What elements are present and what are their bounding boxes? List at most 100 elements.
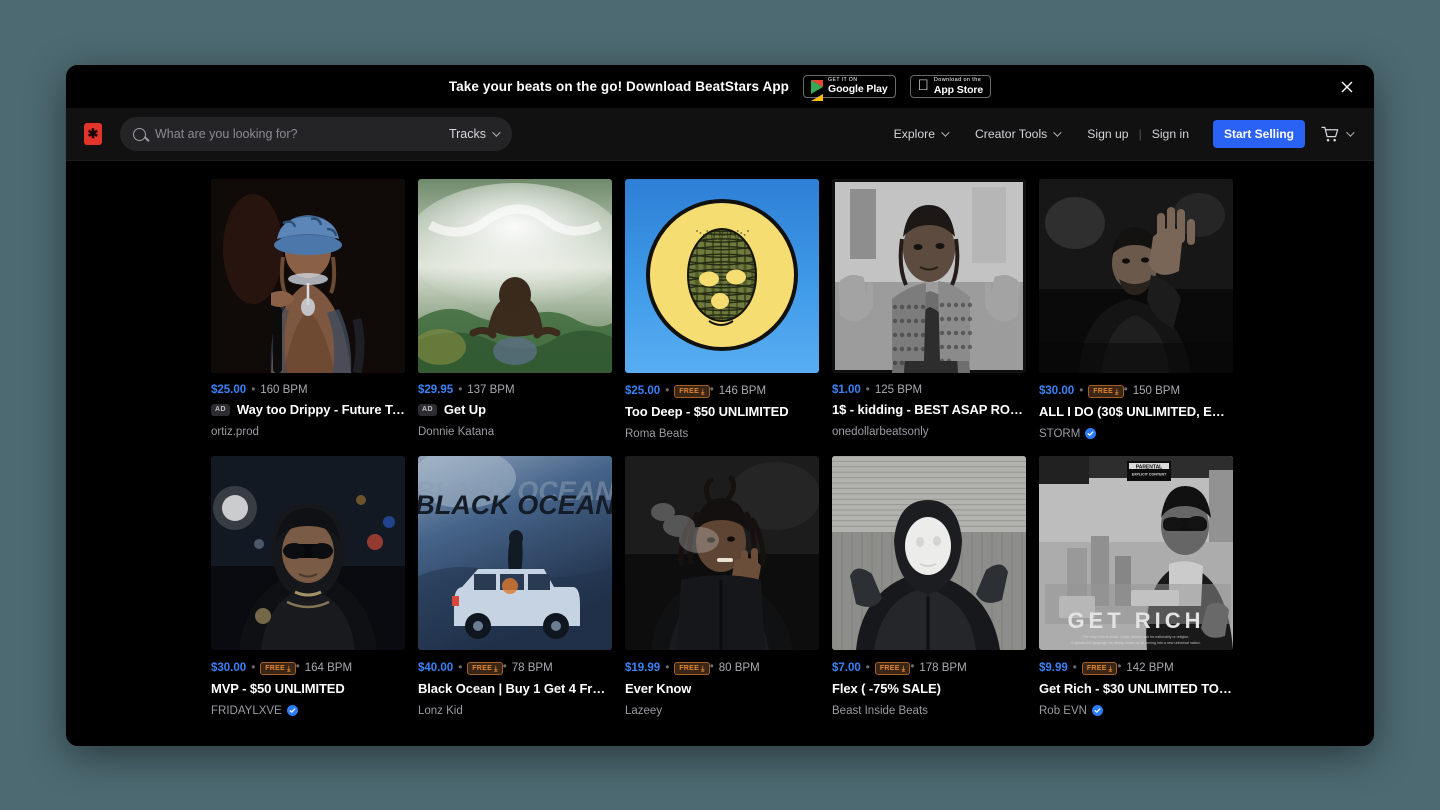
track-title: Flex ( -75% SALE)	[832, 680, 941, 696]
track-card-10[interactable]: PARENTAL EXPLICIT CONTENT GET RICH The o…	[1039, 455, 1233, 717]
track-artist[interactable]: Roma Beats	[625, 428, 688, 440]
verified-badge-icon	[1091, 705, 1103, 716]
meta-separator: •	[1079, 384, 1084, 397]
meta-separator: •	[1117, 660, 1122, 673]
track-artist[interactable]: Lazeey	[625, 705, 662, 717]
track-title-line: Ever Know	[625, 681, 819, 696]
beatstars-logo[interactable]: ✱	[84, 123, 102, 145]
verified-badge-icon	[1085, 428, 1097, 440]
nav-item-explore[interactable]: Explore	[880, 127, 961, 141]
free-badge-slot: FREE ⤓ •	[874, 660, 915, 675]
track-title-line: ALL I DO (30$ UNLIMITED, EXPIRI…	[1039, 404, 1233, 419]
svg-text:BLACK OCEAN: BLACK OCEAN	[418, 490, 612, 520]
track-card-6[interactable]: $30.00 • FREE ⤓ • 164 BPM MVP - $50 UNLIMI…	[211, 455, 405, 717]
free-badge-slot: FREE ⤓ •	[467, 661, 507, 675]
track-artist[interactable]: ortiz.prod	[211, 426, 259, 438]
track-card-4[interactable]: $1.00 • 125 BPM 1$ - kidding - BEST ASAP…	[832, 179, 1026, 440]
meta-separator: •	[1123, 384, 1128, 396]
meta-separator: •	[865, 384, 870, 396]
track-meta-line: $9.99 • FREE ⤓ • 142 BPM	[1039, 661, 1233, 675]
track-bpm: 125 BPM	[874, 384, 923, 396]
track-artist[interactable]: Rob EVN	[1039, 705, 1087, 717]
close-icon[interactable]	[1338, 78, 1356, 96]
track-card-2[interactable]: $29.95 • 137 BPM AD Get Up Donnie Katana	[418, 179, 612, 440]
search-input[interactable]	[155, 127, 449, 141]
start-selling-button[interactable]: Start Selling	[1212, 120, 1305, 148]
track-card-3[interactable]: $25.00 • FREE ⤓ • 146 BPM Too Deep - $50 U…	[625, 179, 819, 440]
track-artwork-black-ocean-suv-cover[interactable]: BLACK OCEAN BLACK OCEAN	[418, 455, 612, 650]
track-artwork-rapper-hoodie-sunglasses-night[interactable]	[211, 455, 405, 650]
chevron-down-icon	[492, 128, 501, 137]
chevron-down-icon	[1053, 128, 1062, 137]
meta-separator: •	[665, 661, 670, 674]
track-artist[interactable]: Beast Inside Beats	[832, 705, 928, 717]
nav-right-group: Explore Creator Tools Sign up | Sign in …	[880, 120, 1355, 148]
track-artist-line: Rob EVN	[1039, 705, 1233, 717]
track-meta-line: $30.00 • FREE ⤓ • 164 BPM	[211, 661, 405, 675]
search-category-label: Tracks	[448, 127, 486, 141]
track-artwork-person-in-surf-wave[interactable]	[418, 179, 612, 373]
apple-icon: 	[918, 78, 929, 93]
search-bar[interactable]: Tracks	[120, 117, 512, 151]
meta-separator: •	[910, 660, 915, 673]
track-artwork-bw-rapper-bandana-hands[interactable]	[832, 179, 1026, 373]
search-category-dropdown[interactable]: Tracks	[448, 127, 501, 141]
track-price: $30.00	[1039, 384, 1075, 397]
free-download-badge: FREE ⤓	[874, 662, 911, 675]
chevron-down-icon	[1346, 128, 1355, 137]
track-title: Get Up	[443, 402, 486, 417]
track-title-line: Black Ocean | Buy 1 Get 4 Free …	[418, 681, 612, 696]
promo-text: Take your beats on the go! Download Beat…	[448, 79, 790, 94]
track-artist[interactable]: Lonz Kid	[418, 705, 463, 717]
track-title: 1$ - kidding - BEST ASAP ROCK…	[832, 402, 1026, 417]
track-artist[interactable]: STORM	[1039, 428, 1080, 440]
nav-item-creator-tools[interactable]: Creator Tools	[961, 127, 1073, 141]
track-card-9[interactable]: $7.00 • FREE ⤓ • 178 BPM Flex ( -75% SALE)…	[832, 455, 1026, 717]
app-promo-banner: Take your beats on the go! Download Beat…	[66, 65, 1374, 108]
download-icon: ⤓	[287, 663, 291, 673]
track-card-1[interactable]: $25.00 • 160 BPM AD Way too Drippy - Fut…	[211, 179, 405, 440]
free-download-badge: FREE ⤓	[260, 662, 296, 675]
download-icon: ⤓	[901, 663, 906, 673]
meta-separator: •	[251, 384, 256, 396]
track-card-5[interactable]: $30.00 • FREE ⤓ • 150 BPM ALL I DO (30$ UN…	[1039, 179, 1233, 440]
track-card-8[interactable]: $19.99 • FREE ⤓ • 80 BPM Ever Know Lazeey	[625, 455, 819, 717]
app-store-bottom-label: App Store	[928, 83, 983, 96]
shopping-cart-icon	[1321, 126, 1339, 141]
track-price: $25.00	[211, 384, 247, 396]
track-meta-line: $29.95 • 137 BPM	[418, 384, 612, 396]
track-artwork-bw-get-rich-cover[interactable]: PARENTAL EXPLICIT CONTENT GET RICH The o…	[1039, 455, 1233, 650]
track-artist[interactable]: FRIDAYLXVE	[211, 705, 282, 717]
free-download-badge: FREE ⤓	[674, 662, 710, 675]
track-bpm: 78 BPM	[511, 661, 553, 674]
track-artist[interactable]: Donnie Katana	[418, 426, 494, 438]
sign-in-label: Sign in	[1151, 127, 1189, 141]
meta-separator: •	[665, 384, 670, 397]
track-bpm: 178 BPM	[919, 661, 967, 674]
free-download-badge: FREE ⤓	[674, 385, 710, 398]
track-artwork-rapper-blue-bucket-hat[interactable]	[211, 179, 405, 373]
track-price: $30.00	[211, 661, 247, 674]
track-artist[interactable]: onedollarbeatsonly	[832, 426, 929, 438]
app-store-badge[interactable]:  Download on the App Store	[909, 75, 992, 98]
track-artwork-yellow-circle-fingerprint-skull[interactable]	[625, 179, 819, 373]
sign-up-link[interactable]: Sign up	[1073, 127, 1136, 141]
track-artwork-person-white-mask-hoodie[interactable]	[832, 455, 1026, 650]
cart-button[interactable]	[1321, 126, 1355, 143]
track-artwork-rapper-smoking-dreadlocks[interactable]	[625, 455, 819, 650]
meta-separator: •	[865, 661, 870, 674]
ad-badge: AD	[211, 403, 230, 416]
free-download-badge: FREE ⤓	[1081, 662, 1118, 675]
track-card-7[interactable]: BLACK OCEAN BLACK OCEAN $40.00 • FREE ⤓ • …	[418, 455, 612, 717]
track-bpm: 164 BPM	[304, 661, 353, 674]
sign-in-link[interactable]: Sign in	[1144, 127, 1203, 141]
track-price: $40.00	[418, 661, 454, 674]
sign-up-label: Sign up	[1087, 127, 1129, 141]
meta-separator: •	[1072, 661, 1077, 674]
track-artwork-bw-rapper-hand-raised[interactable]	[1039, 179, 1233, 373]
track-artist-line: Lonz Kid	[418, 705, 612, 717]
google-play-badge[interactable]: GET IT ON Google Play	[803, 75, 896, 101]
track-meta-line: $30.00 • FREE ⤓ • 150 BPM	[1039, 384, 1233, 398]
app-store-top-label: Download on the	[928, 77, 981, 83]
meta-separator: •	[709, 384, 714, 396]
